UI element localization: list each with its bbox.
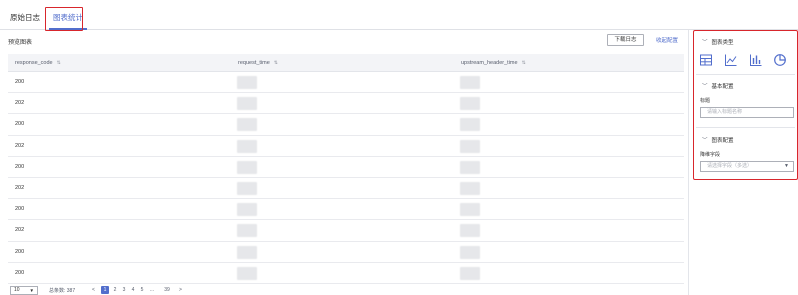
sort-icon[interactable]: ⇅ <box>522 54 526 72</box>
cell-response-code: 202 <box>15 184 25 191</box>
table-row: 200 <box>8 114 684 136</box>
title-input[interactable]: 请输入标题名称 <box>700 107 794 118</box>
redacted-cell <box>237 160 257 174</box>
basic-config-header[interactable]: ﹀ 基本配置 <box>702 82 734 90</box>
chevron-down-icon: ﹀ <box>702 40 708 46</box>
table-row: 200 <box>8 157 684 178</box>
tab-bar: 原始日志 图表统计 <box>0 0 798 31</box>
redacted-cell <box>460 266 480 280</box>
column-header-request-time[interactable]: request_time ⇅ <box>238 54 278 72</box>
cell-response-code: 200 <box>15 163 25 170</box>
chart-type-options <box>699 53 789 67</box>
dimension-field-select[interactable]: 请选择字段（多选） ▼ <box>700 161 794 172</box>
redacted-cell <box>460 245 480 259</box>
sort-icon[interactable]: ⇅ <box>274 54 278 72</box>
table-row: 200 <box>8 263 684 284</box>
page-5[interactable]: 5 <box>138 286 146 294</box>
redacted-cell <box>237 203 257 217</box>
redacted-cell <box>237 245 257 259</box>
redacted-cell <box>460 97 480 111</box>
column-header-upstream-header-time[interactable]: upstream_header_time ⇅ <box>461 54 526 72</box>
pie-chart-icon[interactable] <box>773 53 787 67</box>
table-row: 202 <box>8 220 684 242</box>
cell-response-code: 202 <box>15 227 25 234</box>
table-row: 202 <box>8 93 684 115</box>
chart-config-header[interactable]: ﹀ 图表配置 <box>702 136 734 144</box>
redacted-cell <box>237 181 257 195</box>
redacted-cell <box>460 181 480 195</box>
chart-type-header[interactable]: ﹀ 图表类型 <box>702 38 734 46</box>
section-divider <box>696 127 795 128</box>
column-header-response-code[interactable]: response_code ⇅ <box>15 54 61 72</box>
redacted-cell <box>237 266 257 280</box>
redacted-cell <box>460 203 480 217</box>
redacted-cell <box>237 139 257 153</box>
cell-response-code: 200 <box>15 206 25 213</box>
table-row: 202 <box>8 178 684 200</box>
cell-response-code: 200 <box>15 79 25 85</box>
cell-response-code: 200 <box>15 121 25 128</box>
tab-raw-log[interactable]: 原始日志 <box>10 8 40 28</box>
prev-page-button[interactable]: < <box>92 287 95 293</box>
next-page-button[interactable]: > <box>179 287 182 293</box>
redacted-cell <box>237 224 257 238</box>
redacted-cell <box>460 139 480 153</box>
page-2[interactable]: 2 <box>111 286 119 294</box>
config-panel: ﹀ 图表类型 ﹀ 基本配置 标题 请输入标题名称 ﹀ 图表配置 降维字段 请选择字段（… <box>693 30 798 180</box>
page-3[interactable]: 3 <box>120 286 128 294</box>
redacted-cell <box>237 118 257 132</box>
redacted-cell <box>460 76 480 89</box>
table-icon[interactable] <box>699 53 713 67</box>
page-size-select[interactable]: 10 ▼ <box>10 286 38 295</box>
redacted-cell <box>460 160 480 174</box>
table-row: 200 <box>8 199 684 221</box>
chevron-down-icon: ▼ <box>29 288 34 293</box>
sort-icon[interactable]: ⇅ <box>57 54 61 72</box>
bar-chart-icon[interactable] <box>749 53 763 67</box>
line-chart-icon[interactable] <box>724 53 738 67</box>
cell-response-code: 200 <box>15 269 25 276</box>
table-row: 200 <box>8 242 684 263</box>
title-label: 标题 <box>700 98 711 104</box>
page-4[interactable]: 4 <box>129 286 137 294</box>
chevron-down-icon: ﹀ <box>702 138 708 144</box>
download-log-button[interactable]: 下载日志 <box>607 34 644 46</box>
redacted-cell <box>460 224 480 238</box>
preview-chart-label: 预览图表 <box>8 40 33 46</box>
chevron-down-icon: ▼ <box>784 163 789 169</box>
dimension-field-label: 降维字段 <box>700 152 721 158</box>
page-ellipsis: ... <box>149 287 155 293</box>
panel-divider <box>688 30 689 295</box>
tab-highlight-box <box>45 7 83 31</box>
table-row: 202 <box>8 136 684 157</box>
cell-response-code: 200 <box>15 248 25 255</box>
redacted-cell <box>460 118 480 132</box>
chevron-down-icon: ﹀ <box>702 84 708 90</box>
collapse-config-link[interactable]: 收起配置 <box>656 36 678 44</box>
table-row: 200 <box>8 72 684 94</box>
page-39[interactable]: 39 <box>162 286 172 294</box>
cell-response-code: 202 <box>15 100 25 107</box>
redacted-cell <box>237 97 257 111</box>
page-1[interactable]: 1 <box>101 286 109 294</box>
pagination: 10 ▼ 总条数: 387 < 1 2 3 4 5 ... 39 > <box>8 286 308 295</box>
redacted-cell <box>237 76 257 89</box>
total-count: 总条数: 387 <box>49 288 76 294</box>
cell-response-code: 202 <box>15 142 25 149</box>
table-header: response_code ⇅ request_time ⇅ upstream_he… <box>8 54 684 72</box>
section-divider <box>696 74 795 75</box>
data-table: response_code ⇅ request_time ⇅ upstream_he… <box>8 54 684 284</box>
